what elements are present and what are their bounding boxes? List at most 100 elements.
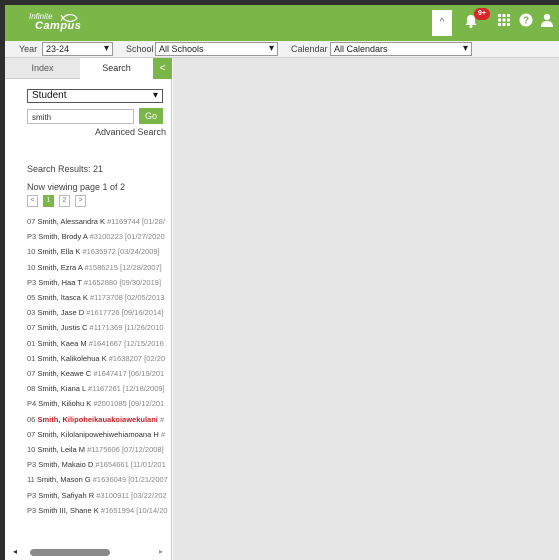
result-name: Smith, Jase D [37, 308, 85, 318]
result-name: Smith, Itasca K [37, 293, 88, 302]
user-icon[interactable] [537, 13, 557, 33]
result-name: Smith, Kiliohu K [38, 399, 92, 409]
year-select[interactable]: 23-24 ▾ [42, 42, 113, 56]
result-name: Smith, Safiyah R [38, 490, 95, 500]
result-name: Smith, Ezra A [37, 262, 83, 272]
result-grade: 10 [27, 262, 36, 272]
result-name: Smith, Kilolanipowehiwehiamoana H [37, 429, 159, 439]
result-grade: 08 [27, 384, 36, 394]
result-name: Smith, Leila M [37, 445, 85, 454]
result-name: Smith, Brody A [38, 232, 88, 242]
result-grade: P3 [27, 460, 37, 470]
result-grade: P3 [27, 490, 37, 500]
result-grade: 03 [27, 308, 36, 318]
result-grade: P3 [27, 505, 37, 515]
result-meta: #1638207 [02/20 [108, 353, 166, 363]
result-meta: #1171369 [11/26/2010 [89, 323, 164, 333]
search-type-value: Student [32, 90, 67, 101]
go-button[interactable]: Go [139, 108, 163, 124]
result-name: Smith, Haa T [38, 277, 82, 287]
result-meta: #1617726 [09/16/2014] [86, 308, 164, 318]
result-grade: P4 [27, 399, 37, 409]
school-select[interactable]: All Schools ▾ [155, 42, 278, 56]
notification-badge: 9+ [474, 8, 490, 20]
result-grade: 01 [27, 338, 36, 348]
result-meta: #3100911 [03/22/202 [96, 490, 167, 500]
result-grade: 07 [27, 369, 36, 378]
result-name: Smith, Makaio D [38, 460, 94, 470]
result-grade: 05 [27, 293, 36, 302]
collapse-header-button[interactable]: ^ [432, 10, 452, 36]
calendar-label: Calendar [291, 44, 328, 54]
result-meta: #1654661 [11/01/201 [95, 460, 166, 470]
result-name: Smith, Mason G [36, 475, 91, 485]
result-grade: 10 [27, 247, 36, 257]
result-name: Smith, Kalikolehua K [37, 353, 107, 363]
result-grade: P3 [27, 232, 37, 242]
result-grade: P3 [27, 277, 37, 287]
help-icon[interactable]: ? [516, 13, 536, 33]
result-name: Smith, Kiana L [37, 384, 86, 394]
search-input[interactable]: smith [27, 109, 134, 124]
result-name: Smith, Justis C [37, 323, 88, 333]
year-label: Year [19, 44, 38, 54]
result-grade: 01 [27, 353, 36, 363]
scrollbar-thumb[interactable] [30, 549, 110, 556]
sidebar-tabs: Index Search < [5, 58, 172, 79]
result-grade: 06 [27, 414, 36, 424]
main-workspace [173, 58, 559, 560]
result-meta: #1175606 [07/12/2008] [87, 445, 164, 454]
search-results-list: 07 Smith, Alessandra K #1169744 [01/28/P… [27, 213, 172, 527]
result-name: Smith, Keawe C [37, 369, 92, 378]
advanced-search-link[interactable]: Advanced Search [95, 127, 166, 137]
top-navigation-bar: Infinite Campus ^ 9+ ? [5, 5, 559, 41]
result-meta: #1641667 [12/15/2016 [88, 338, 164, 348]
result-name: Smith, Kaea M [37, 338, 87, 348]
result-meta: #1651994 [10/14/20 [100, 505, 168, 515]
result-meta: # [159, 414, 165, 424]
apps-grid-icon[interactable] [494, 13, 514, 33]
school-label: School [126, 44, 154, 54]
result-meta: #1586215 [12/28/2007] [84, 262, 162, 272]
result-meta: #1167261 [12/18/2009] [88, 384, 165, 394]
page-viewing-label: Now viewing page 1 of 2 [27, 182, 126, 192]
result-meta: #1169744 [01/28/ [107, 217, 165, 226]
result-name: Smith, Alessandra K [37, 217, 105, 226]
context-bar: Year 23-24 ▾ School All Schools ▾ Calend… [5, 41, 559, 58]
calendar-select[interactable]: All Calendars ▾ [330, 42, 472, 56]
result-meta: # [160, 429, 166, 439]
page-2-button[interactable]: 2 [59, 195, 70, 207]
calendar-value: All Calendars [334, 44, 388, 54]
chevron-down-icon: ▾ [152, 90, 158, 101]
tab-index[interactable]: Index [5, 58, 80, 79]
school-value: All Schools [159, 44, 204, 54]
result-meta: #1173708 [02/05/2013 [89, 293, 165, 302]
horizontal-scrollbar[interactable]: ◂ ▸ [13, 547, 168, 558]
prev-page-button[interactable]: < [27, 195, 38, 207]
result-grade: 07 [27, 429, 36, 439]
result-grade: 11 [27, 475, 35, 485]
logo-swirl-icon [60, 14, 78, 22]
result-meta: #1636049 [01/21/2007 [92, 475, 168, 485]
search-result-item[interactable]: P3 Smith III, Shane K #1651994 [10/14/20 [27, 502, 168, 519]
scroll-right-arrow-icon[interactable]: ▸ [159, 547, 163, 556]
result-name: Smith III, Shane K [38, 505, 99, 515]
result-name: Smith, Kilipoheikauakoiawekulani [37, 414, 158, 424]
tab-search[interactable]: Search [80, 58, 153, 79]
svg-text:?: ? [523, 16, 529, 27]
collapse-sidebar-button[interactable]: < [153, 58, 172, 79]
search-results-count: Search Results: 21 [27, 164, 104, 174]
result-name: Smith, Ella K [37, 247, 81, 257]
result-grade: 10 [27, 445, 36, 454]
chevron-down-icon: ▾ [268, 43, 274, 54]
search-type-select[interactable]: Student ▾ [27, 89, 163, 103]
chevron-down-icon: ▾ [462, 43, 468, 54]
page-1-button[interactable]: 1 [43, 195, 54, 207]
result-grade: 07 [27, 323, 36, 333]
result-grade: 07 [27, 217, 36, 226]
scroll-left-arrow-icon[interactable]: ◂ [13, 547, 17, 556]
infinite-campus-logo[interactable]: Infinite Campus [29, 12, 89, 36]
result-meta: #2001085 [09/12/201 [93, 399, 165, 409]
next-page-button[interactable]: > [75, 195, 86, 207]
search-sidebar: Index Search < Student ▾ smith Go Advanc… [5, 58, 172, 560]
